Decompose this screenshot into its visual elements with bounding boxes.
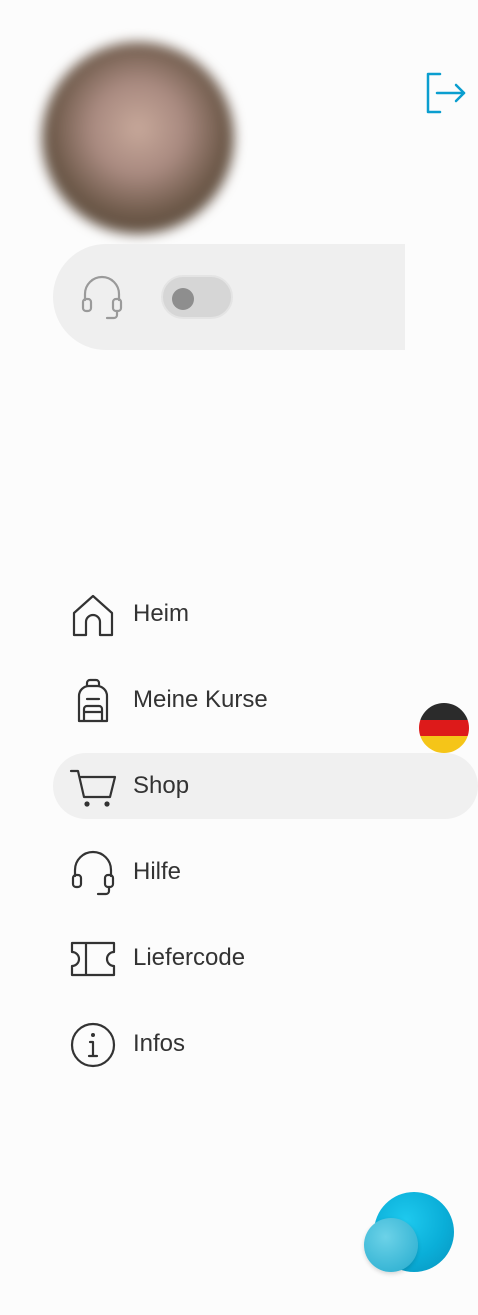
nav-label-home: Heim xyxy=(133,600,190,627)
nav-label-help: Hilfe xyxy=(133,858,182,885)
support-mode-panel xyxy=(53,244,405,350)
logout-icon xyxy=(426,72,466,114)
headset-icon xyxy=(71,850,115,896)
info-icon xyxy=(70,1022,116,1068)
cart-icon xyxy=(69,769,117,807)
headset-icon xyxy=(81,275,123,320)
chat-button[interactable] xyxy=(362,1190,458,1276)
nav-item-home[interactable]: Heim xyxy=(53,581,478,647)
chat-bubble-small xyxy=(364,1218,418,1272)
nav-item-infos[interactable]: Infos xyxy=(53,1011,478,1077)
language-switcher[interactable] xyxy=(419,703,469,753)
nav-label-infos: Infos xyxy=(133,1030,186,1057)
nav-item-shop[interactable]: Shop xyxy=(53,753,478,819)
nav-item-delivery-code[interactable]: Liefercode xyxy=(53,925,478,991)
flag-stripe-red xyxy=(419,719,469,737)
backpack-icon xyxy=(77,678,109,723)
user-avatar[interactable] xyxy=(42,42,234,234)
logout-button[interactable] xyxy=(420,70,470,116)
home-icon xyxy=(72,594,114,637)
toggle-knob xyxy=(172,288,194,310)
nav-label-my-courses: Meine Kurse xyxy=(133,686,268,713)
support-toggle[interactable] xyxy=(161,275,233,319)
flag-stripe-gold xyxy=(419,736,469,753)
nav-label-delivery-code: Liefercode xyxy=(133,944,246,971)
ticket-icon xyxy=(70,941,116,977)
nav-item-help[interactable]: Hilfe xyxy=(53,839,478,905)
nav-item-my-courses[interactable]: Meine Kurse xyxy=(53,667,478,733)
nav-label-shop: Shop xyxy=(133,772,190,799)
